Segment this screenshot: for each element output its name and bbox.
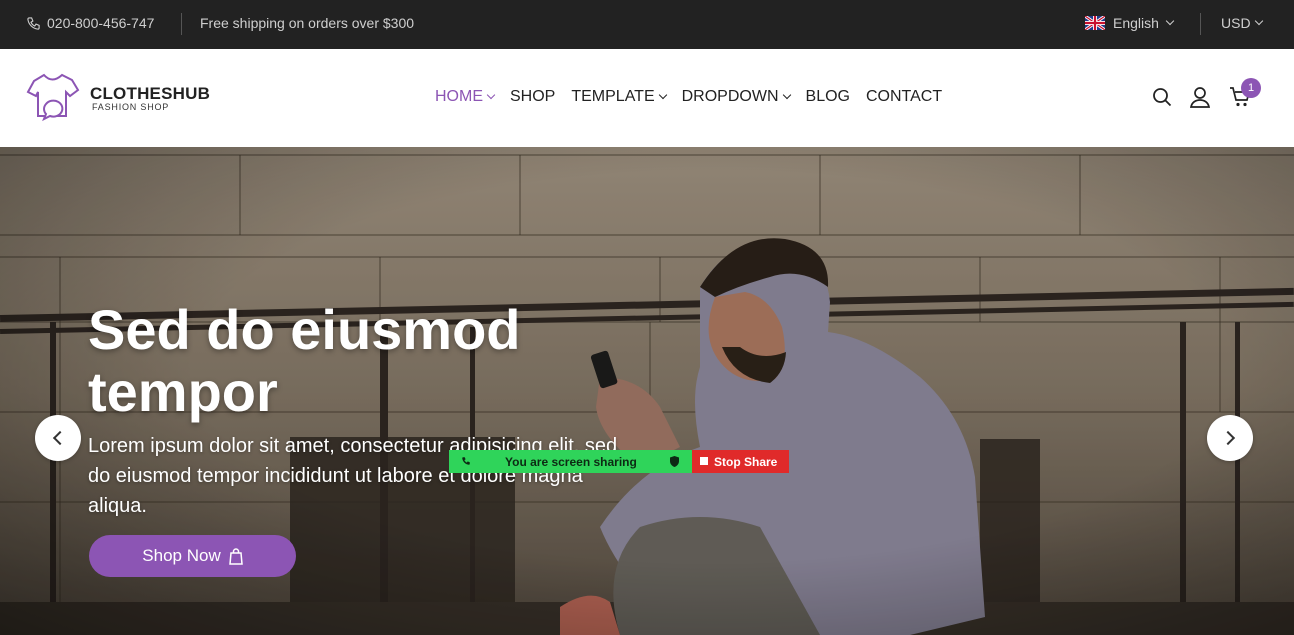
nav-item-contact[interactable]: CONTACT [866,88,942,106]
stop-icon [700,456,708,465]
nav-label: HOME [435,88,483,105]
nav-label: TEMPLATE [571,88,655,105]
nav-item-blog[interactable]: BLOG [806,88,850,106]
chevron-down-icon [486,90,496,100]
nav-item-template[interactable]: TEMPLATE [571,88,667,106]
phone-number: 020-800-456-747 [47,15,155,31]
nav-label: DROPDOWN [681,88,779,105]
language-selector[interactable]: English [1085,15,1175,31]
main-header: CLOTHESHUB FASHION SHOP HOME SHOP TEMPLA… [0,49,1294,147]
shopping-bag-icon [228,547,243,565]
chevron-left-icon [52,430,68,446]
user-icon[interactable] [1189,86,1211,108]
language-label: English [1113,15,1159,31]
shipping-notice: Free shipping on orders over $300 [200,15,415,31]
hero-slider: Sed do eiusmod tempor Lorem ipsum dolor … [0,147,1294,635]
divider [1200,13,1201,35]
nav-item-dropdown[interactable]: DROPDOWN [681,88,791,106]
logo[interactable]: CLOTHESHUB FASHION SHOP [26,72,210,124]
phone-icon [27,16,40,30]
brand-name: CLOTHESHUB [90,83,211,103]
shield-icon [670,456,679,467]
shop-now-button[interactable]: Shop Now [89,535,296,577]
chevron-down-icon [782,90,791,100]
nav-item-home[interactable]: HOME [435,88,496,106]
prev-slide-button[interactable] [35,415,81,461]
phone-contact[interactable]: 020-800-456-747 [26,15,154,31]
search-icon[interactable] [1152,87,1172,107]
uk-flag-icon [1085,16,1105,30]
chevron-right-icon [1220,430,1236,446]
hero-title: Sed do eiusmod tempor [88,298,521,423]
screen-sharing-label: You are screen sharing [505,455,637,469]
top-bar: 020-800-456-747 Free shipping on orders … [0,0,1294,49]
brand-tagline: FASHION SHOP [92,101,170,112]
hero-description: Lorem ipsum dolor sit amet, consectetur … [88,435,618,517]
nav-label: SHOP [510,88,556,105]
nav-label: BLOG [805,88,850,105]
screen-sharing-indicator: You are screen sharing [449,450,692,473]
divider [181,13,182,35]
main-nav: HOME SHOP TEMPLATE DROPDOWN BLOG CONTACT [435,88,942,106]
stop-share-label: Stop Share [714,454,778,469]
chevron-down-icon [658,90,667,100]
next-slide-button[interactable] [1207,415,1253,461]
shop-now-label: Shop Now [142,546,221,565]
currency-selector[interactable]: USD [1221,15,1263,31]
nav-item-shop[interactable]: SHOP [510,88,555,106]
cart-count-badge: 1 [1241,78,1261,98]
nav-label: CONTACT [865,88,943,105]
chevron-down-icon [1254,16,1263,26]
tshirt-logo-icon [26,73,80,122]
currency-label: USD [1221,15,1251,31]
chevron-down-icon [1165,16,1175,26]
phone-icon [462,457,470,465]
stop-share-button[interactable]: Stop Share [692,450,789,473]
